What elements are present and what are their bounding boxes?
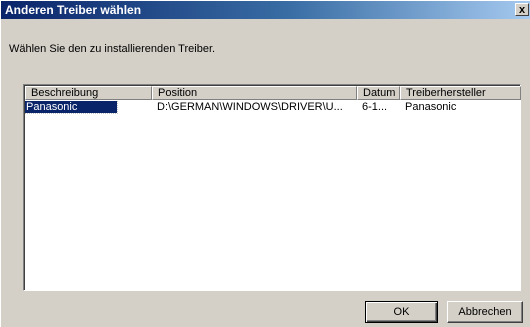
instruction-text: Wählen Sie den zu installierenden Treibe… xyxy=(9,43,216,55)
column-header-position[interactable]: Position xyxy=(152,86,357,100)
ok-button[interactable]: OK xyxy=(365,301,438,323)
cell-hersteller: Panasonic xyxy=(405,101,457,113)
title-bar[interactable]: Anderen Treiber wählen x xyxy=(1,1,530,19)
cancel-button[interactable]: Abbrechen xyxy=(447,301,523,323)
list-header: Beschreibung Position Datum Treiberherst… xyxy=(25,86,521,100)
choose-driver-dialog: Anderen Treiber wählen x Wählen Sie den … xyxy=(0,0,530,327)
column-header-beschreibung[interactable]: Beschreibung xyxy=(25,86,152,100)
driver-list[interactable]: Beschreibung Position Datum Treiberherst… xyxy=(23,84,521,291)
cell-datum: 6-1... xyxy=(362,101,388,113)
cell-beschreibung: Panasonic xyxy=(25,101,152,114)
close-button[interactable]: x xyxy=(515,3,529,16)
column-header-datum[interactable]: Datum xyxy=(357,86,400,100)
table-row[interactable]: Panasonic D:\GERMAN\WINDOWS\DRIVER\U... … xyxy=(25,101,519,114)
window-title: Anderen Treiber wählen xyxy=(5,3,142,17)
cell-beschreibung-text: Panasonic xyxy=(25,101,119,114)
cell-position: D:\GERMAN\WINDOWS\DRIVER\U... xyxy=(157,101,343,113)
column-header-treiberhersteller[interactable]: Treiberhersteller xyxy=(400,86,521,100)
